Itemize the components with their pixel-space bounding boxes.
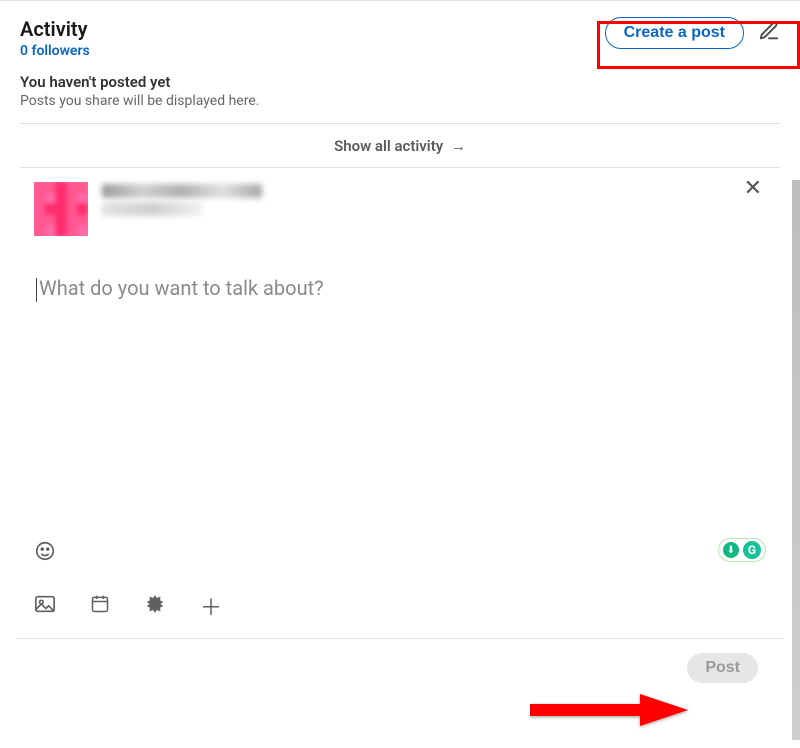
author-sub-redacted <box>102 202 202 216</box>
calendar-icon[interactable] <box>90 594 110 618</box>
activity-header: Activity 0 followers Create a post <box>20 17 780 59</box>
show-all-bar: Show all activity → <box>20 123 780 168</box>
compose-wrap: ✕ What do you want to talk about? ⬇ G <box>0 168 800 697</box>
author-name-redacted <box>102 184 262 198</box>
compose-area: ✕ What do you want to talk about? ⬇ G <box>8 168 792 638</box>
activity-card: Activity 0 followers Create a post You h… <box>0 0 800 168</box>
compose-placeholder: What do you want to talk about? <box>34 276 766 302</box>
activity-title: Activity <box>20 17 90 41</box>
author-name-block <box>102 184 262 216</box>
create-post-button[interactable]: Create a post <box>605 17 744 49</box>
compose-placeholder-text: What do you want to talk about? <box>39 276 324 300</box>
empty-title: You haven't posted yet <box>20 73 780 91</box>
show-all-label: Show all activity <box>334 137 443 155</box>
starburst-icon[interactable] <box>144 593 166 619</box>
close-icon[interactable]: ✕ <box>744 176 762 201</box>
attach-row: ＋ <box>34 576 766 638</box>
compose-toolbar: ＋ <box>8 530 792 638</box>
emoji-icon[interactable] <box>34 547 56 566</box>
compose-author-header <box>34 182 766 236</box>
plus-icon[interactable]: ＋ <box>200 590 222 622</box>
activity-title-block: Activity 0 followers <box>20 17 90 59</box>
image-icon[interactable] <box>34 594 56 618</box>
post-button[interactable]: Post <box>687 653 758 683</box>
show-all-activity-link[interactable]: Show all activity → <box>334 137 466 155</box>
text-caret <box>36 278 37 302</box>
activity-followers-link[interactable]: 0 followers <box>20 43 90 59</box>
empty-subtitle: Posts you share will be displayed here. <box>20 93 780 109</box>
scrollbar[interactable] <box>792 180 800 740</box>
emoji-row <box>34 530 766 576</box>
activity-empty-state: You haven't posted yet Posts you share w… <box>20 73 780 109</box>
compose-modal: ✕ What do you want to talk about? <box>8 168 792 302</box>
compose-footer: Post <box>16 638 784 697</box>
activity-actions: Create a post <box>605 17 780 49</box>
arrow-right-icon: → <box>451 137 466 155</box>
compose-input[interactable]: What do you want to talk about? <box>34 276 766 302</box>
avatar <box>34 182 88 236</box>
edit-icon[interactable] <box>758 20 780 46</box>
